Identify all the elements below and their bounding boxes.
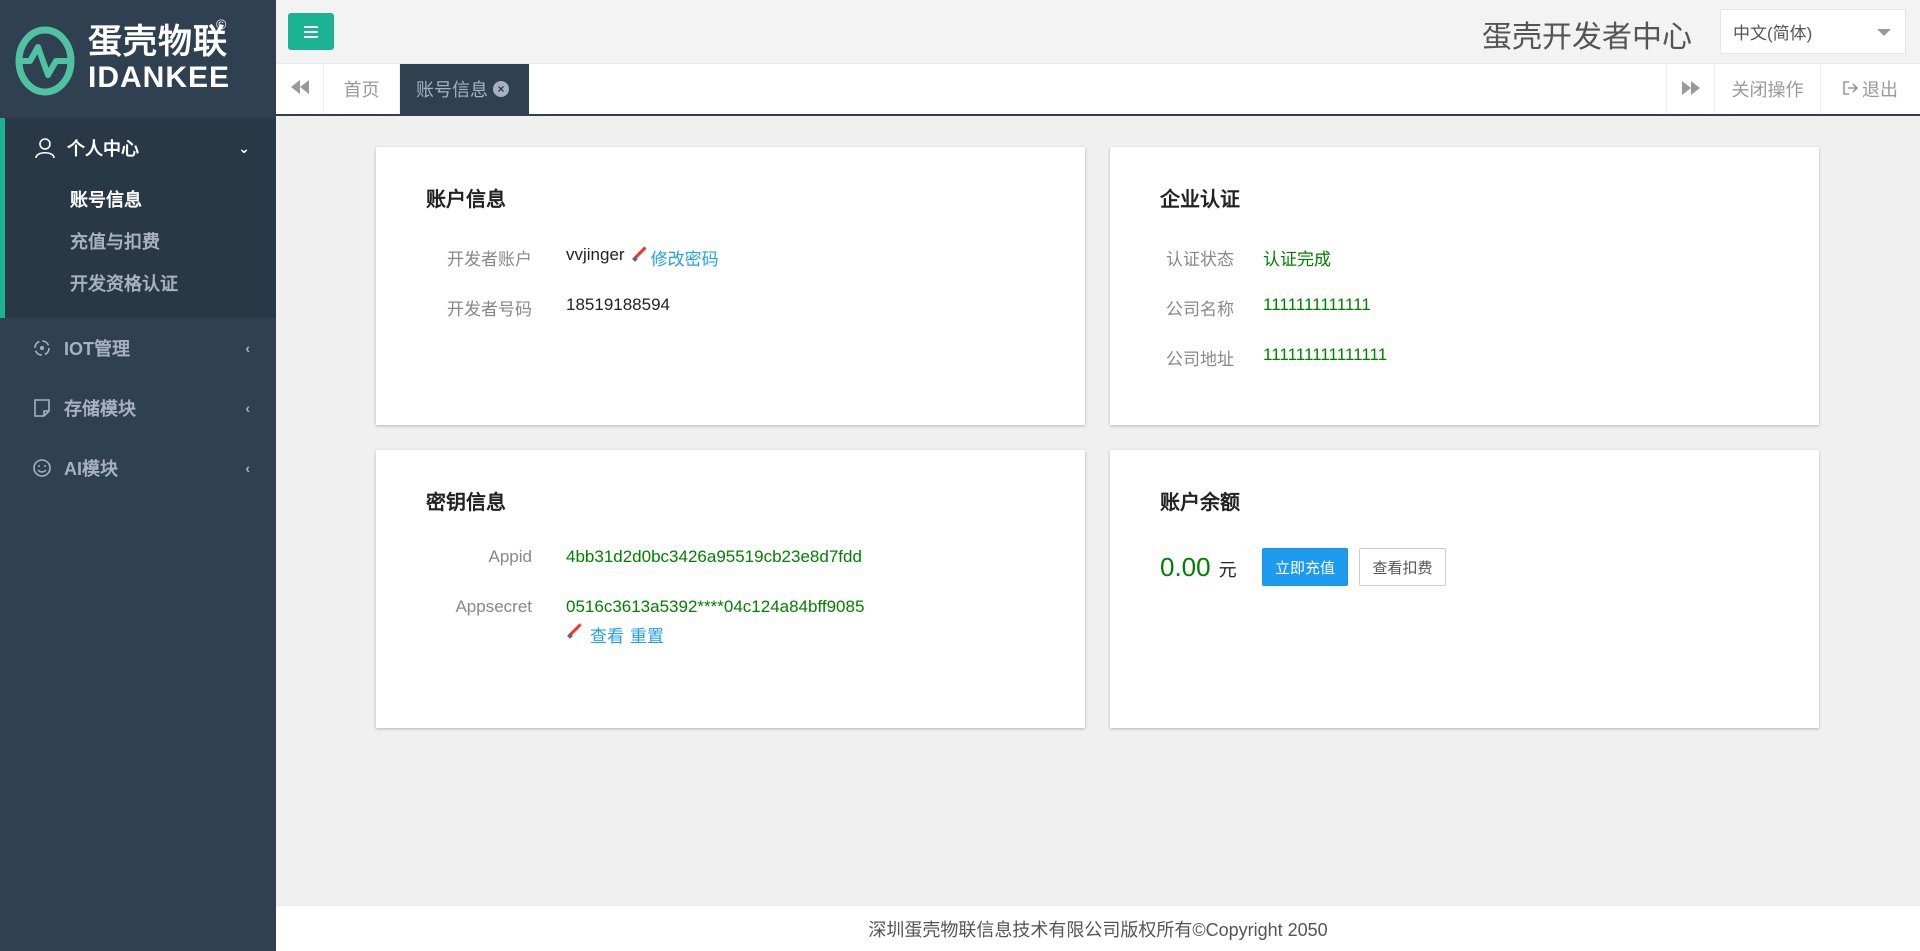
change-password-link[interactable]: 修改密码: [651, 245, 719, 270]
tab-home[interactable]: 首页: [324, 64, 400, 114]
dev-phone-label: 开发者号码: [447, 300, 532, 319]
logout-button[interactable]: 退出: [1820, 64, 1920, 114]
double-left-arrow-icon: [290, 79, 309, 99]
nav-storage-label: 存储模块: [64, 399, 136, 419]
key-info-title: 密钥信息: [426, 492, 506, 514]
company-name-label: 公司名称: [1166, 300, 1234, 319]
nav-personal-center[interactable]: 个人中心 ⌄: [5, 118, 276, 178]
user-icon: [33, 136, 57, 160]
logo[interactable]: 蛋壳物联 IDANKEE ©: [0, 0, 276, 118]
copyright-mark: ©: [216, 16, 227, 32]
cert-status-value: 认证完成: [1263, 250, 1331, 269]
nav-group-iot: IOT管理 ‹: [0, 318, 276, 378]
tab-scroll-left-button[interactable]: [276, 64, 324, 114]
account-balance-title: 账户余额: [1160, 492, 1240, 514]
recharge-button[interactable]: 立即充值: [1262, 548, 1348, 586]
site-title: 蛋壳开发者中心: [1482, 21, 1692, 54]
dev-phone-value: 18519188594: [566, 295, 671, 314]
nav-group-storage: 存储模块 ‹: [0, 378, 276, 438]
top-navbar: 蛋壳开发者中心 中文(简体): [276, 0, 1920, 64]
language-value: 中文(简体): [1733, 24, 1813, 43]
chevron-left-icon: ‹: [245, 460, 250, 476]
edit-pencil-icon[interactable]: [566, 622, 582, 638]
nav-personal-label: 个人中心: [67, 139, 139, 159]
account-info-card: 账户信息 开发者账户 vvjinger 修改密码 开发者号码 185191885…: [376, 147, 1085, 425]
language-select[interactable]: 中文(简体): [1720, 9, 1906, 54]
view-fees-button[interactable]: 查看扣费: [1359, 548, 1446, 586]
iot-icon: [30, 336, 54, 360]
sidebar-item-dev-qualification[interactable]: 开发资格认证: [5, 262, 276, 304]
main-content: 账户信息 开发者账户 vvjinger 修改密码 开发者号码 185191885…: [276, 116, 1920, 905]
sidebar: 蛋壳物联 IDANKEE © 个人中心 ⌄ 账号信息 充值与扣费 开发资格认证 …: [0, 0, 276, 951]
dev-account-value: vvjinger: [566, 245, 625, 264]
dev-account-label: 开发者账户: [447, 250, 532, 269]
logo-en-text: IDANKEE: [88, 61, 231, 94]
account-info-title: 账户信息: [426, 189, 506, 211]
enterprise-cert-title: 企业认证: [1160, 189, 1240, 211]
edit-pencil-icon[interactable]: [631, 245, 647, 261]
account-balance-card: 账户余额 0.00 元 立即充值 查看扣费: [1110, 450, 1819, 728]
cert-status-label: 认证状态: [1166, 250, 1234, 269]
sign-out-icon: [1843, 79, 1859, 100]
enterprise-cert-card: 企业认证 认证状态 认证完成 公司名称 1111111111111 公司地址 1…: [1110, 147, 1819, 425]
nav-iot-management[interactable]: IOT管理 ‹: [0, 318, 276, 378]
key-info-card: 密钥信息 Appid 4bb31d2d0bc3426a95519cb23e8d7…: [376, 450, 1085, 728]
appsecret-label: Appsecret: [455, 597, 532, 616]
nav-ai-label: AI模块: [64, 459, 118, 479]
reset-secret-link[interactable]: 重置: [630, 622, 664, 647]
caret-down-icon: [1877, 29, 1891, 36]
close-operations-button[interactable]: 关闭操作: [1714, 64, 1820, 114]
sidebar-item-account-info[interactable]: 账号信息: [5, 178, 276, 220]
company-name-value: 1111111111111: [1263, 295, 1371, 314]
hamburger-icon: [304, 30, 318, 33]
chevron-down-icon: ⌄: [238, 139, 250, 156]
nav-ai-module[interactable]: AI模块 ‹: [0, 438, 276, 498]
copyright-text: 深圳蛋壳物联信息技术有限公司版权所有©Copyright 2050: [868, 919, 1328, 940]
storage-icon: [30, 396, 54, 420]
menu-toggle-button[interactable]: [288, 13, 334, 50]
sidebar-item-recharge[interactable]: 充值与扣费: [5, 220, 276, 262]
smile-icon: [30, 456, 54, 480]
appid-label: Appid: [488, 547, 532, 566]
appsecret-value: 0516c3613a5392****04c124a84bff9085: [566, 597, 865, 616]
company-address-label: 公司地址: [1166, 350, 1234, 369]
view-secret-link[interactable]: 查看: [590, 622, 624, 647]
nav-group-ai: AI模块 ‹: [0, 438, 276, 498]
tab-account-info-label: 账号信息: [416, 80, 488, 100]
logo-mark-icon: [14, 21, 76, 97]
logout-label: 退出: [1862, 80, 1898, 100]
tab-bar: 首页 账号信息 × 关闭操作 退出: [276, 64, 1920, 116]
tab-account-info[interactable]: 账号信息 ×: [400, 64, 529, 114]
nav-storage-module[interactable]: 存储模块 ‹: [0, 378, 276, 438]
balance-amount: 0.00: [1160, 552, 1211, 582]
appid-value: 4bb31d2d0bc3426a95519cb23e8d7fdd: [566, 547, 862, 566]
chevron-left-icon: ‹: [245, 400, 250, 416]
chevron-left-icon: ‹: [245, 340, 250, 356]
nav-iot-label: IOT管理: [64, 339, 130, 359]
company-address-value: 111111111111111: [1263, 345, 1388, 364]
logo-cn-text: 蛋壳物联: [88, 23, 228, 61]
balance-unit: 元: [1218, 560, 1237, 580]
tab-scroll-right-button[interactable]: [1666, 64, 1714, 114]
double-right-arrow-icon: [1681, 79, 1700, 100]
footer: 深圳蛋壳物联信息技术有限公司版权所有©Copyright 2050: [276, 905, 1920, 951]
nav-group-personal: 个人中心 ⌄ 账号信息 充值与扣费 开发资格认证: [0, 118, 276, 318]
close-icon[interactable]: ×: [493, 81, 509, 97]
